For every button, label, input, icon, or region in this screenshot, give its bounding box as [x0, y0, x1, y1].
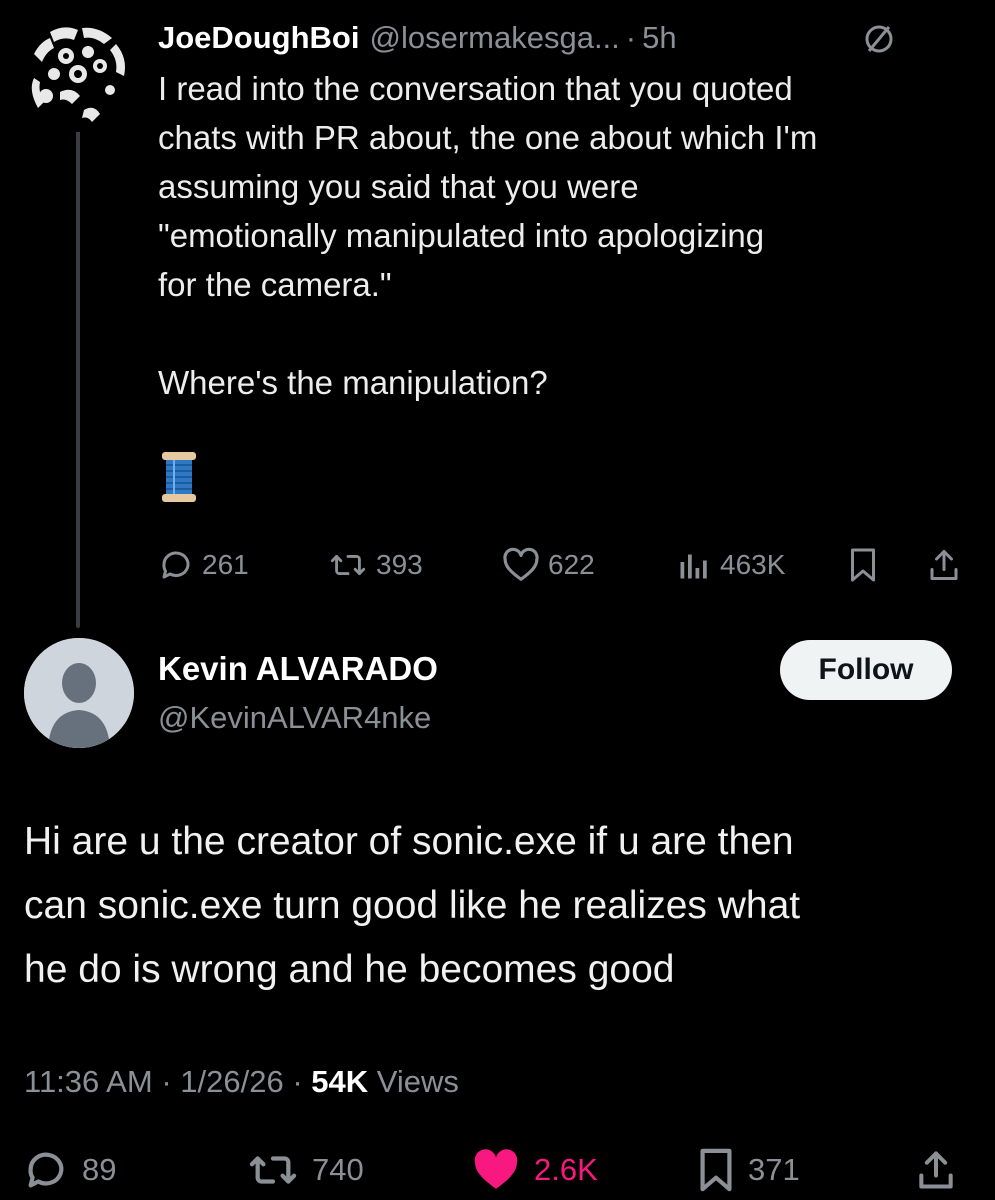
quoted-author-handle[interactable]: @losermakesga...	[370, 20, 620, 56]
quoted-tweet-time[interactable]: 5h	[642, 20, 676, 56]
quoted-views-count: 463K	[720, 549, 786, 580]
header-separator: ·	[625, 20, 637, 55]
repost-icon	[330, 555, 366, 575]
reply-icon	[28, 1152, 64, 1188]
quoted-tweet-header: JoeDoughBoi @losermakesga... · 5h	[158, 16, 677, 60]
reply-icon	[162, 551, 190, 579]
bookmark-count: 371	[748, 1152, 800, 1187]
quoted-bookmark-button[interactable]	[846, 540, 888, 590]
heart-filled-icon	[474, 1149, 518, 1189]
quoted-like-button[interactable]: 622	[502, 540, 595, 590]
repost-count: 740	[312, 1152, 364, 1187]
meta-separator: ·	[161, 1064, 172, 1099]
main-tweet-text: Hi are u the creator of sonic.exe if u a…	[24, 820, 801, 991]
main-author-name[interactable]: Kevin ALVARADO	[158, 650, 438, 688]
tweet-date[interactable]: 1/26/26	[180, 1064, 283, 1099]
reply-button[interactable]: 89	[22, 1142, 116, 1198]
quoted-repost-count: 393	[376, 549, 423, 580]
joedoughboi-avatar[interactable]	[20, 18, 134, 132]
follow-button[interactable]: Follow	[780, 640, 952, 700]
share-button[interactable]	[914, 1142, 970, 1198]
meta-separator: ·	[292, 1064, 303, 1099]
quoted-like-count: 622	[548, 549, 595, 580]
main-author-handle[interactable]: @KevinALVAR4nke	[158, 700, 431, 736]
views-label: Views	[376, 1064, 459, 1099]
share-icon	[930, 550, 958, 580]
spool-of-thread-icon	[160, 450, 198, 504]
tweet-time[interactable]: 11:36 AM	[24, 1064, 153, 1099]
views-count: 54K	[311, 1064, 369, 1099]
reply-count: 89	[82, 1152, 117, 1187]
thread-connector-line	[76, 128, 80, 628]
bookmark-icon	[700, 1148, 732, 1192]
heart-icon	[503, 547, 539, 581]
quoted-repost-button[interactable]: 393	[328, 540, 423, 590]
quoted-reply-count: 261	[202, 549, 249, 580]
quoted-share-button[interactable]	[926, 540, 970, 590]
analytics-icon	[680, 554, 707, 579]
tweet-meta-line: 11:36 AM · 1/26/26 · 54K Views	[24, 1064, 459, 1100]
quoted-views-button[interactable]: 463K	[676, 540, 785, 590]
repost-icon	[249, 1156, 297, 1184]
like-button[interactable]: 2.6K	[470, 1142, 598, 1198]
bookmark-icon	[851, 548, 875, 582]
no-reply-icon	[862, 22, 896, 56]
quoted-tweet-text: I read into the conversation that you qu…	[158, 70, 818, 401]
share-icon	[919, 1151, 953, 1189]
repost-button[interactable]: 740	[246, 1142, 364, 1198]
quoted-author-name[interactable]: JoeDoughBoi	[158, 20, 360, 56]
like-count: 2.6K	[534, 1152, 598, 1187]
kevin-avatar[interactable]	[24, 638, 134, 748]
quoted-reply-button[interactable]: 261	[158, 540, 249, 590]
bookmark-button[interactable]: 371	[696, 1142, 800, 1198]
